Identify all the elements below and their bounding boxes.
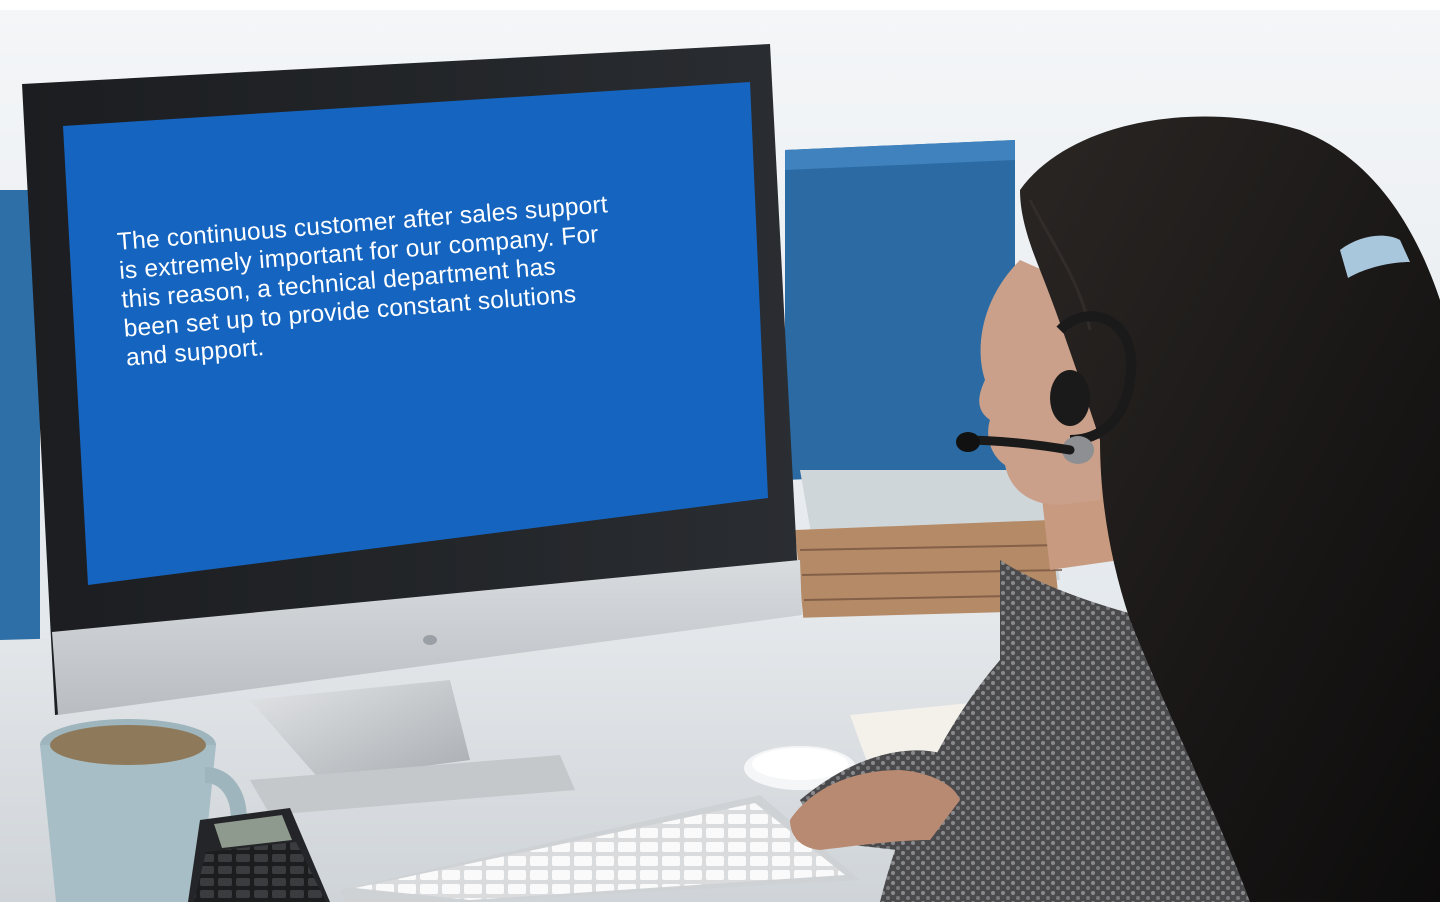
photo-background bbox=[0, 0, 1440, 902]
office-photo: The continuous customer after sales supp… bbox=[0, 0, 1440, 902]
